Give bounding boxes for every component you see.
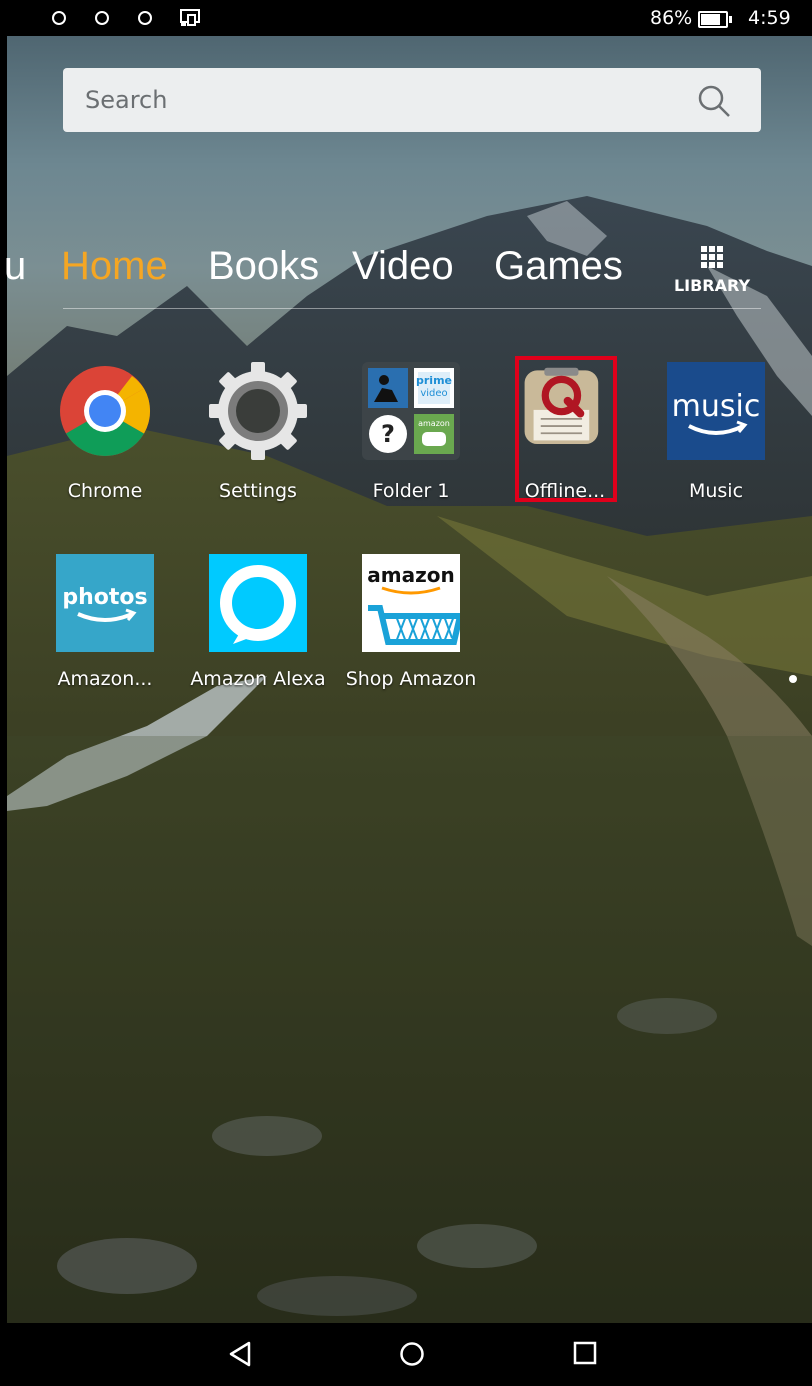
- photos-text-icon: photos: [62, 585, 147, 610]
- tab-divider: [63, 308, 761, 309]
- folder-icon: prime video ? amazon: [362, 362, 460, 460]
- search-placeholder: Search: [85, 86, 168, 114]
- tab-books[interactable]: Books: [208, 244, 319, 289]
- clock: 4:59: [748, 7, 791, 29]
- tab-video[interactable]: Video: [352, 244, 454, 289]
- search-icon[interactable]: [697, 84, 731, 118]
- screen-cast-icon: [180, 9, 200, 26]
- settings-gear-icon: [209, 362, 307, 460]
- amazon-text-icon: amazon: [367, 563, 454, 587]
- app-label: Shop Amazon: [345, 668, 477, 690]
- tab-for-you[interactable]: u: [4, 244, 26, 289]
- search-bar[interactable]: Search: [63, 68, 761, 132]
- notification-circle-icon: [95, 11, 109, 25]
- amazon-photos-icon: photos: [56, 554, 154, 652]
- battery-percentage: 86%: [650, 7, 693, 29]
- grid-icon: [701, 246, 723, 268]
- prime-video-text-icon: prime: [416, 374, 452, 387]
- category-tabs: u Home Books Video Games LIBRARY: [0, 238, 812, 308]
- tab-games[interactable]: Games: [494, 244, 623, 289]
- app-label: Amazon...: [57, 668, 153, 690]
- alexa-icon: [209, 554, 307, 652]
- page-indicator-dot: [789, 675, 797, 683]
- battery-icon: [698, 11, 732, 28]
- library-button[interactable]: LIBRARY: [672, 246, 752, 295]
- amazon-music-icon: music: [667, 362, 765, 460]
- prime-video-text-icon: video: [420, 388, 447, 399]
- tab-home[interactable]: Home: [61, 244, 168, 289]
- app-label: Amazon Alexa: [190, 668, 326, 690]
- help-icon: ?: [381, 420, 395, 448]
- app-label: Folder 1: [372, 480, 450, 502]
- app-label: Music: [688, 480, 744, 502]
- status-bar: 86% 4:59: [0, 0, 812, 36]
- app-label: Chrome: [67, 480, 143, 502]
- selection-highlight: [515, 356, 617, 502]
- notification-circle-icon: [138, 11, 152, 25]
- library-label: LIBRARY: [673, 276, 751, 295]
- chrome-icon: [60, 366, 151, 456]
- recent-apps-icon[interactable]: [573, 1341, 597, 1365]
- music-text-icon: music: [672, 389, 761, 424]
- app-label: Settings: [219, 480, 297, 502]
- notification-circle-icon: [52, 11, 66, 25]
- amazon-games-text-icon: amazon: [418, 419, 450, 428]
- back-icon[interactable]: [228, 1341, 252, 1367]
- home-icon[interactable]: [399, 1341, 425, 1367]
- shop-amazon-icon: amazon: [362, 554, 460, 652]
- navigation-bar: [0, 1323, 812, 1386]
